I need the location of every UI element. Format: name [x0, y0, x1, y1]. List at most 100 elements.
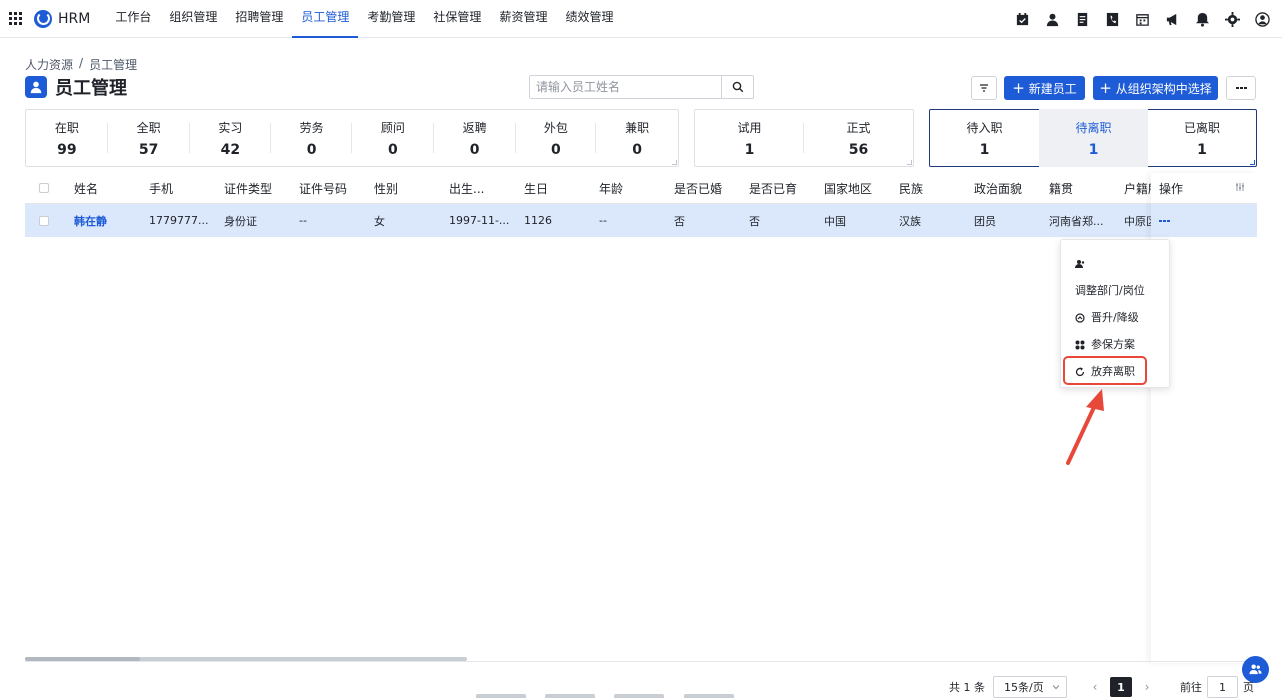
stats-card-employment: 在职 99 全职 57 实习 42 劳务 0 顾问 0 返聘 0 外包 0 兼职 0 [25, 109, 679, 167]
page-title-area: 员工管理 [25, 74, 127, 100]
row-checkbox[interactable] [39, 215, 49, 226]
user-icon[interactable] [1042, 9, 1062, 29]
cell-country: 中国 [824, 214, 846, 228]
stat-value: 99 [57, 141, 77, 158]
stat-pending-leave[interactable]: 待离职 1 [1039, 109, 1148, 167]
stat-left[interactable]: 已离职 1 [1148, 109, 1256, 167]
page-size-select[interactable]: 15条/页 [993, 676, 1067, 698]
col-header-native-place[interactable]: 籍贯 [1049, 180, 1124, 197]
app-grid-icon[interactable] [9, 11, 23, 26]
stat-regular[interactable]: 正式 56 [804, 109, 913, 167]
col-header-married[interactable]: 是否已婚 [674, 180, 749, 197]
document-icon[interactable] [1072, 9, 1092, 29]
phone-book-icon[interactable] [1102, 9, 1122, 29]
page-number-current[interactable]: 1 [1110, 677, 1132, 697]
col-header-country[interactable]: 国家地区 [824, 180, 899, 197]
stat-intern[interactable]: 实习 42 [190, 109, 272, 167]
nav-item-workbench[interactable]: 工作台 [106, 0, 160, 38]
calendar-icon[interactable] [1132, 9, 1152, 29]
col-header-has-children[interactable]: 是否已育 [749, 180, 824, 197]
resize-handle [907, 160, 912, 165]
stat-label: 顾问 [380, 120, 405, 135]
menu-item-label: 参保方案 [1091, 338, 1135, 351]
table-row[interactable]: 韩在静 1779777... 身份证 -- 女 1997-11-... 1126… [25, 204, 1257, 237]
col-header-id-number[interactable]: 证件号码 [299, 180, 374, 197]
stat-probation[interactable]: 试用 1 [695, 109, 804, 167]
nav-item-recruit[interactable]: 招聘管理 [226, 0, 292, 38]
cell-gender: 女 [374, 214, 385, 228]
footer-divider [25, 661, 1257, 662]
filter-button[interactable] [971, 76, 997, 100]
calendar-check-icon[interactable] [1012, 9, 1032, 29]
stat-outsource[interactable]: 外包 0 [516, 109, 597, 167]
search-button[interactable] [721, 76, 753, 98]
menu-item-adjust-dept[interactable]: 调整部门/岗位 [1061, 250, 1157, 304]
bottom-tab-stub [614, 694, 664, 698]
stat-consultant[interactable]: 顾问 0 [352, 109, 434, 167]
stat-label: 外包 [543, 120, 568, 135]
stat-label: 劳务 [299, 120, 324, 135]
stat-value: 0 [388, 141, 398, 158]
column-settings-icon[interactable] [1235, 181, 1245, 195]
nav-item-social-security[interactable]: 社保管理 [424, 0, 490, 38]
col-header-political[interactable]: 政治面貌 [974, 180, 1049, 197]
avatar-icon[interactable] [1252, 9, 1272, 29]
stat-value: 0 [551, 141, 561, 158]
cell-id-type: 身份证 [224, 214, 257, 228]
nav-item-org[interactable]: 组织管理 [160, 0, 226, 38]
bell-icon[interactable] [1192, 9, 1212, 29]
nav-item-attendance[interactable]: 考勤管理 [358, 0, 424, 38]
stat-label: 全职 [136, 120, 161, 135]
stat-label: 兼职 [625, 120, 650, 135]
stat-labor[interactable]: 劳务 0 [271, 109, 352, 167]
stat-label: 实习 [218, 120, 243, 135]
breadcrumb-root[interactable]: 人力资源 [25, 56, 73, 73]
select-from-org-label: 从组织架构中选择 [1115, 81, 1212, 96]
new-employee-button[interactable]: + 新建员工 [1004, 76, 1085, 100]
stat-part-time[interactable]: 兼职 0 [596, 109, 678, 167]
col-header-gender[interactable]: 性别 [374, 180, 449, 197]
stat-pending-onboard[interactable]: 待入职 1 [930, 109, 1039, 167]
stat-label: 在职 [54, 120, 79, 135]
stats-card-onboarding: 待入职 1 待离职 1 已离职 1 [929, 109, 1257, 167]
next-page-button[interactable]: › [1139, 676, 1155, 698]
gear-icon[interactable] [1222, 9, 1242, 29]
hrm-logo-icon [34, 9, 52, 28]
top-navbar: HRM 工作台 组织管理 招聘管理 员工管理 考勤管理 社保管理 薪资管理 绩效… [0, 0, 1282, 38]
menu-item-promote[interactable]: 晋升/降级 [1061, 304, 1169, 331]
col-header-age[interactable]: 年龄 [599, 180, 674, 197]
employee-name-link[interactable]: 韩在静 [74, 213, 149, 229]
stat-on-job[interactable]: 在职 99 [26, 109, 108, 167]
contacts-fab-button[interactable] [1242, 656, 1269, 683]
col-header-id-type[interactable]: 证件类型 [224, 180, 299, 197]
prev-page-button[interactable]: ‹ [1087, 676, 1103, 698]
stat-value: 1 [744, 141, 755, 158]
stat-value: 0 [632, 141, 642, 158]
row-more-button[interactable] [1151, 204, 1257, 237]
nav-item-performance[interactable]: 绩效管理 [556, 0, 622, 38]
nav-item-employee[interactable]: 员工管理 [292, 0, 359, 38]
select-from-org-button[interactable]: + 从组织架构中选择 [1093, 76, 1218, 100]
goto-page-input[interactable] [1207, 676, 1238, 698]
col-header-phone[interactable]: 手机 [149, 180, 224, 197]
col-header-ethnicity[interactable]: 民族 [899, 180, 974, 197]
col-header-operations: 操作 [1151, 173, 1257, 204]
megaphone-icon[interactable] [1162, 9, 1182, 29]
stat-value: 1 [979, 141, 990, 158]
stat-full-time[interactable]: 全职 57 [108, 109, 190, 167]
cell-phone: 1779777... [149, 214, 209, 227]
col-header-birth-date[interactable]: 出生... [449, 180, 524, 197]
cell-ethnicity: 汉族 [899, 214, 921, 228]
stat-label: 正式 [846, 120, 871, 135]
nav-item-salary[interactable]: 薪资管理 [490, 0, 556, 38]
stat-rehire[interactable]: 返聘 0 [434, 109, 516, 167]
col-header-name[interactable]: 姓名 [74, 180, 149, 197]
search-icon [732, 81, 743, 93]
col-header-birthday[interactable]: 生日 [524, 180, 599, 197]
select-all-checkbox[interactable] [39, 183, 49, 193]
more-actions-button[interactable] [1226, 76, 1256, 100]
search-input[interactable] [530, 76, 721, 98]
stat-value: 56 [848, 141, 869, 158]
menu-item-insurance-plan[interactable]: 参保方案 [1061, 331, 1169, 358]
stats-card-probation: 试用 1 正式 56 [694, 109, 914, 167]
